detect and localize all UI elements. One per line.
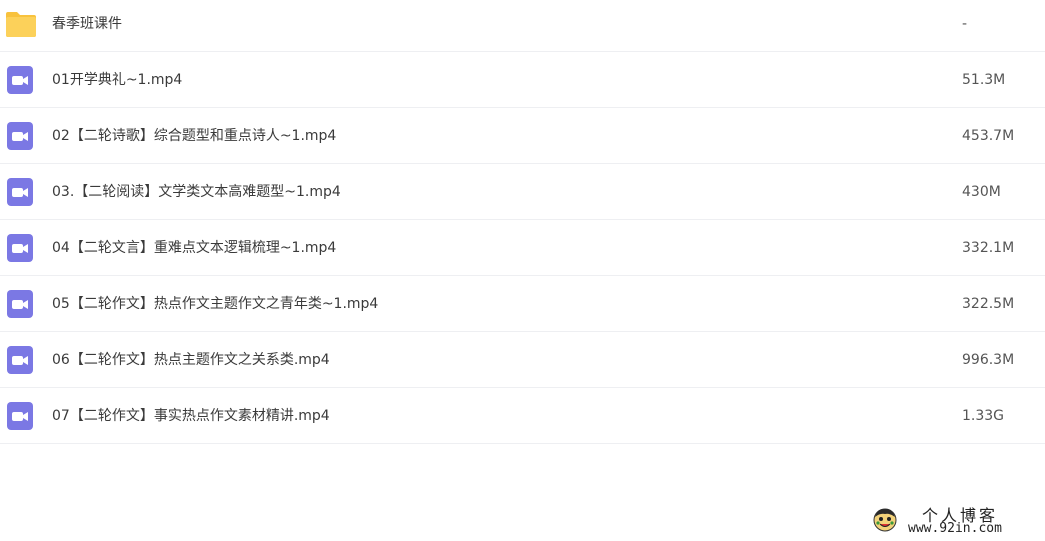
file-row-video[interactable]: 02【二轮诗歌】综合题型和重点诗人~1.mp4 453.7M xyxy=(0,108,1045,164)
video-file-icon xyxy=(7,66,33,94)
cartoon-face-icon xyxy=(873,508,897,532)
file-size: 322.5M xyxy=(962,296,1015,312)
file-name[interactable]: 春季班课件 xyxy=(52,16,122,32)
folder-icon xyxy=(6,12,36,37)
file-row-video[interactable]: 03.【二轮阅读】文学类文本高难题型~1.mp4 430M xyxy=(0,164,1045,220)
video-file-icon xyxy=(7,346,33,374)
file-size: 996.3M xyxy=(962,352,1015,368)
file-row-video[interactable]: 07【二轮作文】事实热点作文素材精讲.mp4 1.33G xyxy=(0,388,1045,444)
video-file-icon xyxy=(7,234,33,262)
file-name[interactable]: 07【二轮作文】事实热点作文素材精讲.mp4 xyxy=(52,408,330,424)
file-name[interactable]: 04【二轮文言】重难点文本逻辑梳理~1.mp4 xyxy=(52,240,336,256)
file-size: - xyxy=(962,16,968,32)
file-row-video[interactable]: 04【二轮文言】重难点文本逻辑梳理~1.mp4 332.1M xyxy=(0,220,1045,276)
file-row-video[interactable]: 01开学典礼~1.mp4 51.3M xyxy=(0,52,1045,108)
video-file-icon xyxy=(7,290,33,318)
file-size: 453.7M xyxy=(962,128,1015,144)
watermark: 个人博客 www.92in.com xyxy=(872,500,1042,540)
file-name[interactable]: 03.【二轮阅读】文学类文本高难题型~1.mp4 xyxy=(52,184,341,200)
file-size: 332.1M xyxy=(962,240,1015,256)
watermark-url: www.92in.com xyxy=(908,521,1002,536)
file-size: 430M xyxy=(962,184,1001,200)
file-name[interactable]: 06【二轮作文】热点主题作文之关系类.mp4 xyxy=(52,352,330,368)
video-file-icon xyxy=(7,402,33,430)
video-file-icon xyxy=(7,178,33,206)
file-list: 春季班课件 - 01开学典礼~1.mp4 51.3M 02【二轮诗歌】综合题型和… xyxy=(0,0,1045,444)
file-name[interactable]: 01开学典礼~1.mp4 xyxy=(52,72,182,88)
file-size: 1.33G xyxy=(962,408,1005,424)
file-name[interactable]: 02【二轮诗歌】综合题型和重点诗人~1.mp4 xyxy=(52,128,336,144)
file-name[interactable]: 05【二轮作文】热点作文主题作文之青年类~1.mp4 xyxy=(52,296,378,312)
video-file-icon xyxy=(7,122,33,150)
file-row-video[interactable]: 06【二轮作文】热点主题作文之关系类.mp4 996.3M xyxy=(0,332,1045,388)
file-row-folder[interactable]: 春季班课件 - xyxy=(0,0,1045,52)
file-row-video[interactable]: 05【二轮作文】热点作文主题作文之青年类~1.mp4 322.5M xyxy=(0,276,1045,332)
file-size: 51.3M xyxy=(962,72,1006,88)
